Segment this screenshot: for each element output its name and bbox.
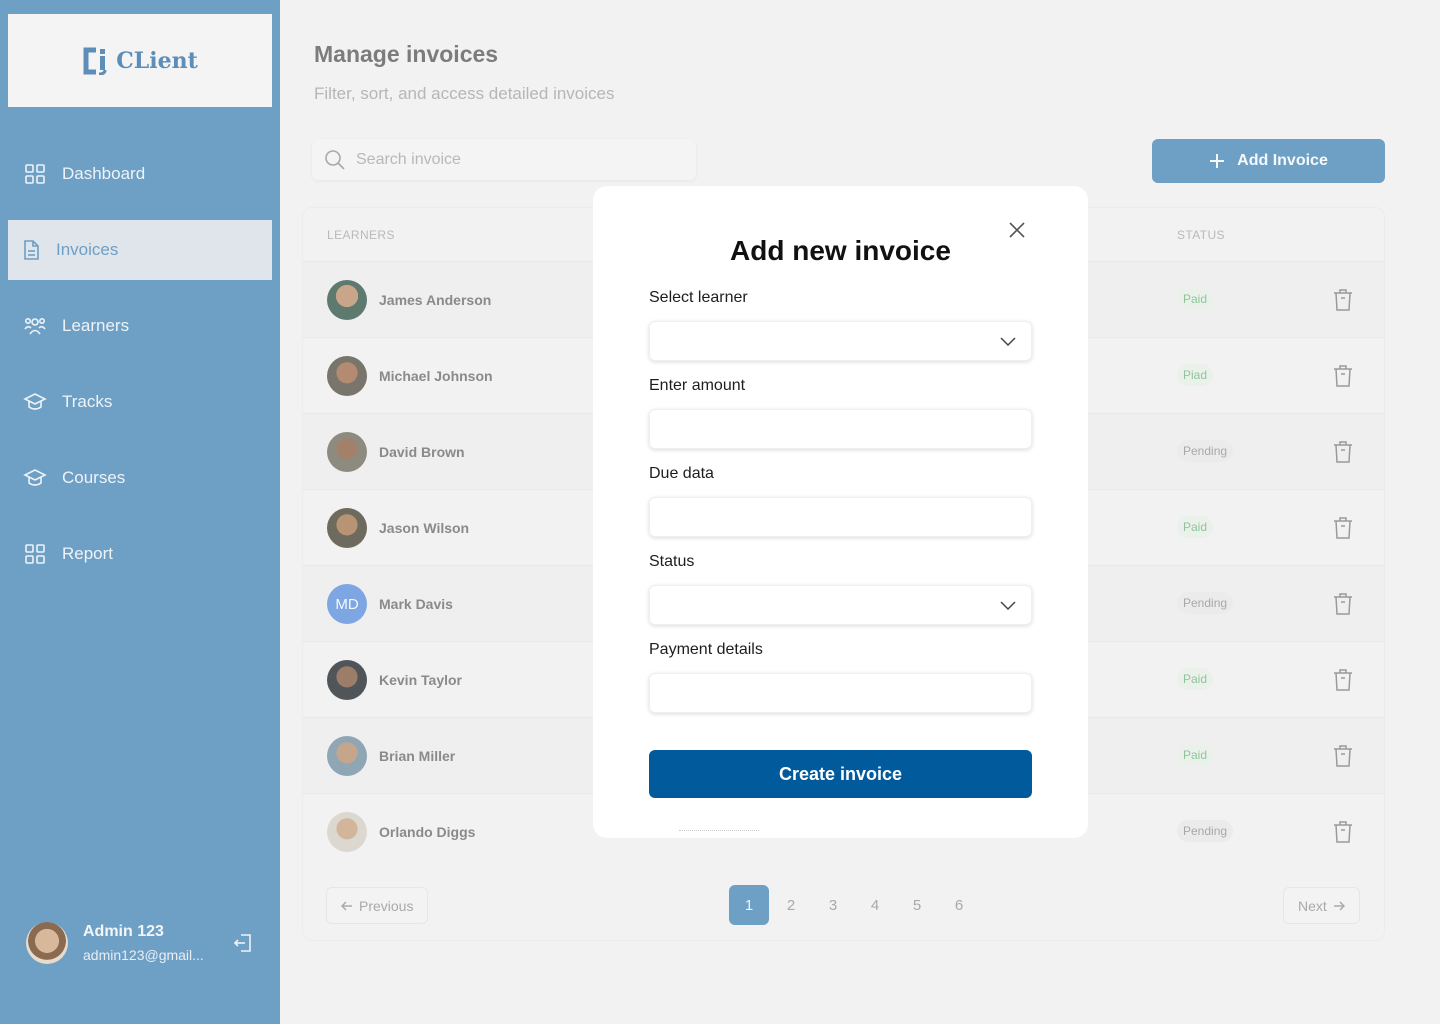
sidebar-item-learners[interactable]: Learners — [8, 296, 272, 356]
status-field-label: Status — [649, 553, 695, 570]
add-invoice-label: Add Invoice — [1237, 152, 1328, 169]
avatar — [327, 812, 367, 852]
column-header-status: STATUS — [1177, 228, 1225, 242]
chevron-down-icon — [1000, 601, 1016, 611]
sidebar-item-label: Report — [62, 544, 114, 563]
logo-mark-icon — [83, 47, 107, 75]
avatar: MD — [327, 584, 367, 624]
avatar — [26, 922, 68, 964]
page-number[interactable]: 3 — [813, 885, 853, 925]
page-number[interactable]: 4 — [855, 885, 895, 925]
learner-name: Michael Johnson — [379, 368, 493, 384]
trash-icon[interactable] — [1331, 363, 1355, 389]
arrow-right-icon — [1333, 900, 1345, 911]
learner-name: Jason Wilson — [379, 520, 470, 536]
page-number[interactable]: 2 — [771, 885, 811, 925]
trash-icon[interactable] — [1331, 667, 1355, 693]
logo-text: CLient — [116, 47, 198, 74]
sidebar-item-label: Courses — [62, 468, 126, 487]
logo[interactable]: CLient — [8, 14, 272, 107]
previous-page-button[interactable]: Previous — [326, 887, 429, 924]
sidebar-item-report[interactable]: Report — [8, 524, 272, 584]
status-select[interactable] — [649, 585, 1032, 625]
trash-icon[interactable] — [1331, 439, 1355, 465]
learner-name: Brian Miller — [379, 748, 456, 764]
avatar — [327, 736, 367, 776]
avatar — [327, 280, 367, 320]
add-invoice-button[interactable]: Add Invoice — [1152, 139, 1385, 183]
grid-icon — [22, 161, 48, 187]
add-invoice-modal: Add new invoice Select learner Enter amo… — [593, 186, 1088, 838]
sidebar: CLient Dashboard Invoices Learners Track… — [0, 0, 280, 1024]
trash-icon[interactable] — [1331, 515, 1355, 541]
sidebar-item-label: Invoices — [56, 240, 119, 259]
chevron-down-icon — [1000, 337, 1016, 347]
sidebar-item-tracks[interactable]: Tracks — [8, 372, 272, 432]
learner-name: Orlando Diggs — [379, 824, 476, 840]
logout-icon[interactable] — [232, 932, 254, 954]
sidebar-item-dashboard[interactable]: Dashboard — [8, 144, 272, 204]
page-number[interactable]: 1 — [729, 885, 769, 925]
learner-field-label: Select learner — [649, 289, 748, 306]
due-date-field[interactable] — [649, 497, 1032, 537]
trash-icon[interactable] — [1331, 819, 1355, 845]
status-badge: Paid — [1177, 516, 1214, 538]
learner-name: Kevin Taylor — [379, 672, 462, 688]
amount-field[interactable] — [649, 409, 1032, 449]
graduation-cap-icon — [22, 465, 48, 491]
page-title: Manage invoices — [314, 41, 499, 67]
trash-icon[interactable] — [1331, 591, 1355, 617]
sidebar-item-invoices[interactable]: Invoices — [8, 220, 272, 280]
search-bar[interactable] — [312, 139, 696, 180]
learner-select[interactable] — [649, 321, 1032, 361]
avatar — [327, 660, 367, 700]
document-icon — [18, 237, 44, 263]
status-badge: Paid — [1177, 744, 1214, 766]
next-label: Next — [1298, 897, 1327, 914]
graduation-cap-icon — [22, 389, 48, 415]
sidebar-item-label: Tracks — [62, 392, 113, 411]
learner-name: Mark Davis — [379, 596, 453, 612]
status-badge: Paid — [1177, 668, 1214, 690]
sidebar-item-label: Dashboard — [62, 164, 146, 183]
status-badge: Paid — [1177, 288, 1214, 310]
page-number[interactable]: 6 — [939, 885, 979, 925]
column-header-learners: LEARNERS — [327, 228, 395, 242]
trash-icon[interactable] — [1331, 743, 1355, 769]
learner-name: David Brown — [379, 444, 465, 460]
user-email: admin123@gmail... — [83, 947, 204, 963]
user-profile: Admin 123 admin123@gmail... — [26, 920, 266, 966]
status-badge: Pending — [1177, 440, 1234, 462]
avatar — [327, 356, 367, 396]
status-badge: Pending — [1177, 820, 1234, 842]
amount-field-label: Enter amount — [649, 377, 746, 394]
learner-name: James Anderson — [379, 292, 492, 308]
modal-title: Add new invoice — [730, 235, 951, 266]
status-badge: Piad — [1177, 364, 1214, 386]
page-number[interactable]: 5 — [897, 885, 937, 925]
search-input[interactable] — [356, 150, 656, 169]
previous-label: Previous — [359, 897, 414, 914]
user-name: Admin 123 — [83, 923, 164, 940]
scroll-hint — [679, 830, 759, 834]
plus-icon — [1210, 154, 1225, 168]
sidebar-item-label: Learners — [62, 316, 130, 335]
avatar — [327, 432, 367, 472]
next-page-button[interactable]: Next — [1283, 887, 1360, 924]
create-invoice-button[interactable]: Create invoice — [649, 750, 1032, 798]
users-icon — [22, 313, 48, 339]
arrow-left-icon — [341, 900, 352, 911]
grid-icon — [22, 541, 48, 567]
due-date-field-label: Due data — [649, 465, 714, 482]
payment-details-field[interactable] — [649, 673, 1032, 713]
trash-icon[interactable] — [1331, 287, 1355, 313]
sidebar-item-courses[interactable]: Courses — [8, 448, 272, 508]
status-badge: Pending — [1177, 592, 1234, 614]
search-icon — [325, 149, 345, 170]
avatar — [327, 508, 367, 548]
payment-field-label: Payment details — [649, 641, 763, 658]
page-subtitle: Filter, sort, and access detailed invoic… — [314, 84, 615, 103]
